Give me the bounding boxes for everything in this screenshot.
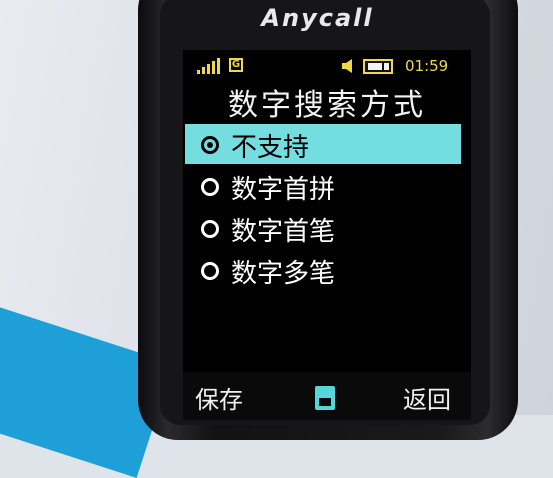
option-label: 不支持: [231, 133, 310, 163]
phone-screen: G 01:59 数字搜索方式 不支持 数字首拼 数字首笔 数字多笔 保存 返回: [183, 50, 471, 420]
screen-title: 数字搜索方式: [228, 88, 426, 123]
memory-card-icon[interactable]: [315, 386, 335, 410]
radio-selected-icon: [201, 136, 219, 154]
option-not-supported[interactable]: 不支持: [185, 124, 461, 164]
status-bar: G 01:59: [183, 56, 471, 78]
status-time: 01:59: [405, 57, 449, 75]
battery-icon: [363, 59, 393, 74]
softkey-bar: 保存 返回: [183, 372, 471, 420]
option-label: 数字首拼: [231, 175, 336, 205]
brand-logo: Anycall: [261, 4, 374, 32]
option-label: 数字首笔: [231, 217, 336, 247]
radio-icon: [201, 262, 219, 280]
radio-icon: [201, 220, 219, 238]
speaker-icon: [342, 59, 352, 73]
network-indicator: G: [229, 58, 243, 72]
option-initial-stroke[interactable]: 数字首笔: [185, 208, 461, 248]
option-label: 数字多笔: [231, 259, 336, 289]
option-initial-pinyin[interactable]: 数字首拼: [185, 166, 461, 206]
back-softkey[interactable]: 返回: [403, 380, 451, 415]
save-softkey[interactable]: 保存: [195, 380, 243, 415]
signal-bars-icon: [197, 58, 225, 74]
radio-icon: [201, 178, 219, 196]
option-multi-stroke[interactable]: 数字多笔: [185, 250, 461, 290]
